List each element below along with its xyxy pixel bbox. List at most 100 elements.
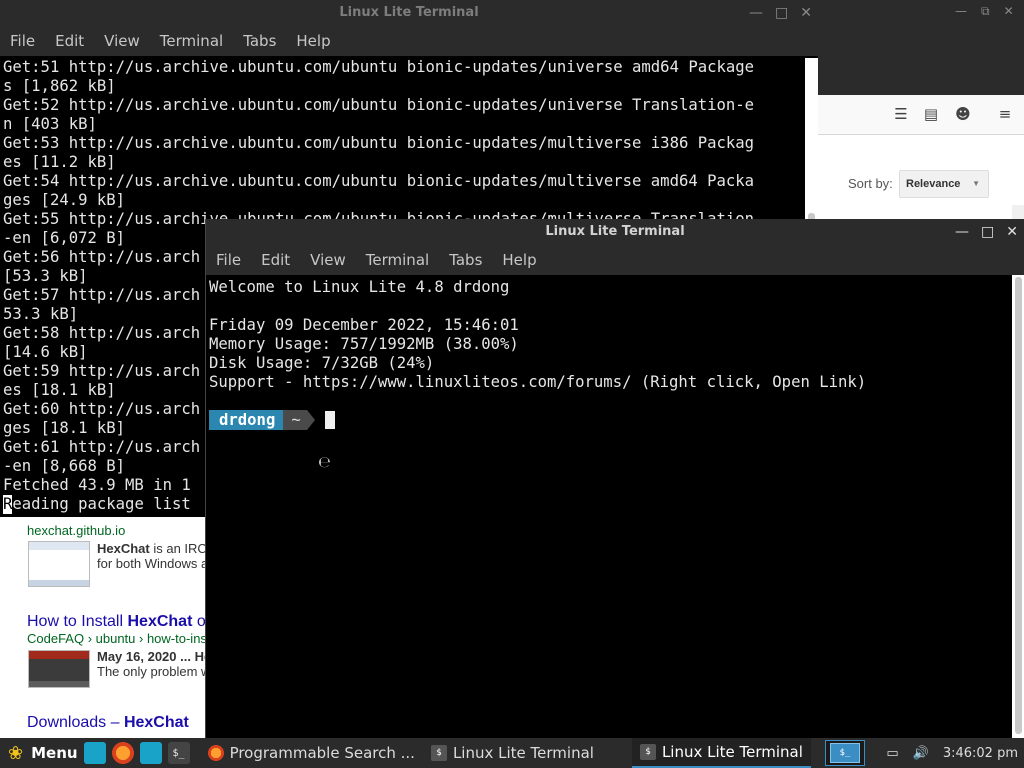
- search-result: hexchat.github.io: [27, 523, 125, 538]
- shell-prompt[interactable]: drdong ~: [209, 410, 335, 430]
- result-title[interactable]: How to Install HexChat o: [27, 613, 207, 631]
- menu-tabs[interactable]: Tabs: [243, 32, 276, 50]
- task-terminal-2[interactable]: $ Linux Lite Terminal: [631, 738, 811, 768]
- result-title[interactable]: Downloads – HexChat: [27, 714, 189, 732]
- search-result: Downloads – HexChat: [27, 714, 189, 732]
- window-title: Linux Lite Terminal: [339, 5, 479, 20]
- sort-value: Relevance: [906, 178, 961, 190]
- menu-view[interactable]: View: [310, 251, 346, 269]
- result-thumbnail[interactable]: [28, 541, 90, 587]
- snippet-bold: May 16, 2020 ... He: [97, 649, 212, 664]
- snippet-text: for both Windows a: [97, 556, 209, 571]
- maximize-icon[interactable]: □: [775, 0, 788, 26]
- account-icon[interactable]: ☻: [952, 103, 974, 125]
- menu-tabs[interactable]: Tabs: [449, 251, 482, 269]
- scrollbar-thumb[interactable]: [1015, 277, 1022, 734]
- memory-line: Memory Usage: 757/1992MB (38.00%): [209, 335, 519, 353]
- welcome-line: Welcome to Linux Lite 4.8 drdong: [209, 278, 510, 296]
- snippet-text: The only problem w: [97, 664, 211, 679]
- close-icon[interactable]: ✕: [1004, 4, 1014, 19]
- hamburger-menu-icon[interactable]: ≡: [994, 103, 1016, 125]
- terminal-line: Get:53 http://us.archive.ubuntu.com/ubun…: [3, 134, 755, 152]
- network-icon[interactable]: ▭: [886, 746, 898, 761]
- window-titlebar[interactable]: Linux Lite Terminal — □ ✕: [0, 0, 818, 26]
- prompt-arrow-icon: [306, 410, 315, 430]
- terminal-menubar: File Edit View Terminal Tabs Help: [0, 26, 818, 56]
- search-result: How to Install HexChat o CodeFAQ › ubunt…: [27, 613, 207, 646]
- terminal-line: n [403 kB]: [3, 115, 97, 133]
- result-thumbnail[interactable]: [28, 650, 90, 688]
- maximize-icon[interactable]: □: [981, 219, 994, 245]
- result-url[interactable]: hexchat.github.io: [27, 523, 125, 538]
- terminal-output[interactable]: Welcome to Linux Lite 4.8 drdong Friday …: [209, 278, 866, 392]
- result-snippet: HexChat is an IRC for both Windows a: [97, 541, 208, 571]
- task-browser[interactable]: Programmable Search ...: [200, 738, 423, 768]
- terminal-icon: $: [430, 745, 447, 761]
- text-cursor: R: [3, 495, 13, 514]
- window-controls: — □ ✕: [955, 219, 1018, 245]
- feather-logo-icon: ❀: [8, 742, 24, 764]
- sort-label: Sort by:: [848, 176, 893, 191]
- chevron-down-icon: ▼: [972, 179, 980, 188]
- prompt-dir: ~: [283, 410, 307, 430]
- task-terminal-1[interactable]: $ Linux Lite Terminal: [423, 738, 602, 768]
- disk-line: Disk Usage: 7/32GB (24%): [209, 354, 435, 372]
- title-text: How to Install: [27, 613, 128, 630]
- minimize-icon[interactable]: —: [955, 219, 969, 245]
- workspace-switcher[interactable]: $_: [824, 740, 865, 766]
- task-label: Programmable Search ...: [229, 744, 415, 762]
- menu-label: Menu: [31, 744, 78, 762]
- terminal-launcher-icon[interactable]: $_: [167, 742, 190, 764]
- prompt-user: drdong: [209, 410, 284, 430]
- show-desktop-icon[interactable]: [83, 742, 106, 764]
- snippet-bold: HexChat: [97, 541, 150, 556]
- menu-file[interactable]: File: [10, 32, 35, 50]
- terminal-line: Get:52 http://us.archive.ubuntu.com/ubun…: [3, 96, 755, 114]
- browser-toolbar: ☰ ▤ ☻ ≡: [818, 95, 1024, 135]
- browser-window-controls: — ⧉ ✕: [955, 4, 1014, 19]
- sidebar-icon[interactable]: ▤: [920, 103, 942, 125]
- menu-terminal[interactable]: Terminal: [366, 251, 429, 269]
- window-title: Linux Lite Terminal: [545, 224, 685, 239]
- title-text: o: [192, 613, 206, 630]
- terminal-window-front[interactable]: Linux Lite Terminal — □ ✕ File Edit View…: [205, 219, 1024, 738]
- menu-edit[interactable]: Edit: [55, 32, 84, 50]
- close-icon[interactable]: ✕: [800, 0, 812, 26]
- ibeam-cursor-icon: ℮: [318, 453, 331, 471]
- start-menu-button[interactable]: ❀ Menu: [0, 738, 78, 768]
- support-line: Support - https://www.linuxliteos.com/fo…: [209, 373, 867, 391]
- minimize-icon[interactable]: —: [955, 4, 967, 19]
- firefox-icon: [207, 745, 224, 761]
- minimize-icon[interactable]: —: [749, 0, 763, 26]
- menu-view[interactable]: View: [104, 32, 140, 50]
- terminal-line: Get:54 http://us.archive.ubuntu.com/ubun…: [3, 172, 755, 190]
- menu-terminal[interactable]: Terminal: [160, 32, 223, 50]
- sort-select[interactable]: Relevance ▼: [899, 170, 989, 198]
- workspace-preview-icon: $_: [829, 743, 860, 763]
- snippet-text: is an IRC: [149, 541, 207, 556]
- task-label: Linux Lite Terminal: [661, 743, 803, 761]
- menu-help[interactable]: Help: [296, 32, 330, 50]
- terminal-line: ges [24.9 kB]: [3, 191, 126, 209]
- terminal-line: Get:51 http://us.archive.ubuntu.com/ubun…: [3, 58, 755, 76]
- clock[interactable]: 3:46:02 pm: [943, 746, 1018, 761]
- restore-icon[interactable]: ⧉: [981, 4, 990, 19]
- window-titlebar[interactable]: Linux Lite Terminal — □ ✕: [206, 219, 1024, 245]
- date-line: Friday 09 December 2022, 15:46:01: [209, 316, 519, 334]
- title-text: Downloads –: [27, 714, 124, 731]
- menu-file[interactable]: File: [216, 251, 241, 269]
- volume-icon[interactable]: 🔊: [913, 746, 929, 761]
- text-cursor: [324, 411, 335, 429]
- terminal-scrollbar[interactable]: [1012, 275, 1024, 738]
- system-tray: ▭ 🔊 3:46:02 pm: [886, 746, 1024, 761]
- result-snippet: May 16, 2020 ... He The only problem w: [97, 649, 211, 679]
- close-icon[interactable]: ✕: [1006, 219, 1018, 245]
- terminal-icon: $: [639, 744, 656, 760]
- result-url[interactable]: CodeFAQ › ubuntu › how-to-ins: [27, 631, 207, 646]
- menu-edit[interactable]: Edit: [261, 251, 290, 269]
- title-bold: HexChat: [127, 613, 193, 630]
- library-icon[interactable]: ☰: [890, 103, 912, 125]
- menu-help[interactable]: Help: [502, 251, 536, 269]
- file-manager-icon[interactable]: [139, 742, 162, 764]
- firefox-launcher-icon[interactable]: [111, 742, 134, 764]
